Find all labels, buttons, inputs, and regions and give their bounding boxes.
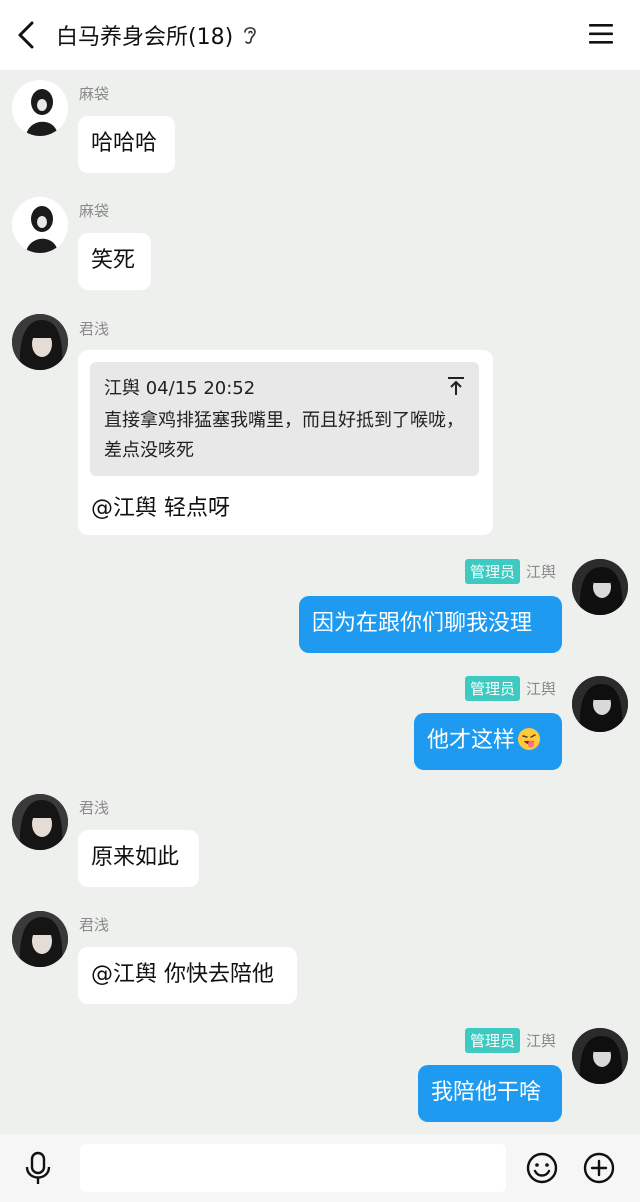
input-bar xyxy=(0,1134,640,1202)
sender-name: 君浅 xyxy=(79,320,110,338)
sender-line: 管理员 江舆 xyxy=(464,559,556,584)
avatar-image xyxy=(12,197,68,253)
microphone-icon xyxy=(25,1151,51,1184)
sender-line: 管理员 江舆 xyxy=(464,676,556,701)
quote-meta: 江舆 04/15 20:52 xyxy=(104,378,256,399)
avatar[interactable] xyxy=(12,80,68,136)
sender-name: 江舆 xyxy=(525,680,556,698)
smiley-icon xyxy=(526,1152,558,1184)
sender-name: 君浅 xyxy=(79,916,110,934)
avatar[interactable] xyxy=(572,559,628,615)
quoted-message[interactable]: 江舆 04/15 20:52 直接拿鸡排猛塞我嘴里，而且好抵到了喉咙，差点没咳死 xyxy=(90,362,479,476)
avatar[interactable] xyxy=(12,911,68,967)
message-input[interactable] xyxy=(80,1144,506,1192)
menu-button[interactable] xyxy=(588,22,614,46)
title-wrap: 白马养身会所(18) xyxy=(56,0,259,70)
admin-badge: 管理员 xyxy=(464,559,520,584)
avatar-image xyxy=(12,794,68,850)
message-bubble[interactable]: 因为在跟你们聊我没理 xyxy=(299,596,562,653)
group-title[interactable]: 白马养身会所(18) xyxy=(56,19,233,51)
avatar-image xyxy=(572,676,628,732)
jump-to-quote-icon[interactable] xyxy=(447,376,465,396)
sender-name: 江舆 xyxy=(525,563,556,581)
message-bubble[interactable]: 哈哈哈 xyxy=(78,116,175,173)
reply-text: @江舆 轻点呀 xyxy=(91,496,230,521)
quote-text: 直接拿鸡排猛塞我嘴里，而且好抵到了喉咙，差点没咳死 xyxy=(104,410,464,461)
ear-icon xyxy=(244,27,256,44)
chevron-left-icon xyxy=(18,21,34,49)
more-button[interactable] xyxy=(583,1152,615,1184)
avatar-image xyxy=(572,1028,628,1084)
sender-name: 麻袋 xyxy=(79,202,110,220)
hamburger-menu-icon xyxy=(589,24,613,44)
admin-badge: 管理员 xyxy=(464,1028,520,1053)
voice-button[interactable] xyxy=(24,1151,52,1185)
back-button[interactable] xyxy=(14,20,42,50)
tongue-wink-emoji-icon xyxy=(518,728,541,750)
quote-message-bubble[interactable]: 江舆 04/15 20:52 直接拿鸡排猛塞我嘴里，而且好抵到了喉咙，差点没咳死… xyxy=(78,350,493,535)
admin-badge: 管理员 xyxy=(464,676,520,701)
sender-line: 管理员 江舆 xyxy=(464,1028,556,1053)
message-bubble[interactable]: 笑死 xyxy=(78,233,151,290)
avatar[interactable] xyxy=(572,676,628,732)
chat-header: 白马养身会所(18) xyxy=(0,0,640,70)
sender-name: 江舆 xyxy=(525,1032,556,1050)
avatar-image xyxy=(12,80,68,136)
sender-name: 麻袋 xyxy=(79,85,110,103)
avatar[interactable] xyxy=(572,1028,628,1084)
avatar[interactable] xyxy=(12,794,68,850)
avatar-image xyxy=(12,314,68,370)
avatar-image xyxy=(572,559,628,615)
avatar-image xyxy=(12,911,68,967)
message-bubble[interactable]: @江舆 你快去陪他 xyxy=(78,947,297,1004)
avatar[interactable] xyxy=(12,197,68,253)
message-list[interactable]: 麻袋 哈哈哈 麻袋 笑死 君浅 江舆 04/15 20:52 直接拿鸡排猛塞我嘴… xyxy=(0,70,640,1134)
avatar[interactable] xyxy=(12,314,68,370)
message-bubble[interactable]: 他才这样 xyxy=(414,713,562,770)
message-bubble[interactable]: 我陪他干啥 xyxy=(418,1065,562,1122)
message-text: 他才这样 xyxy=(427,728,516,753)
emoji-button[interactable] xyxy=(526,1152,558,1184)
message-bubble[interactable]: 原来如此 xyxy=(78,830,199,887)
plus-circle-icon xyxy=(583,1152,615,1184)
sender-name: 君浅 xyxy=(79,799,110,817)
